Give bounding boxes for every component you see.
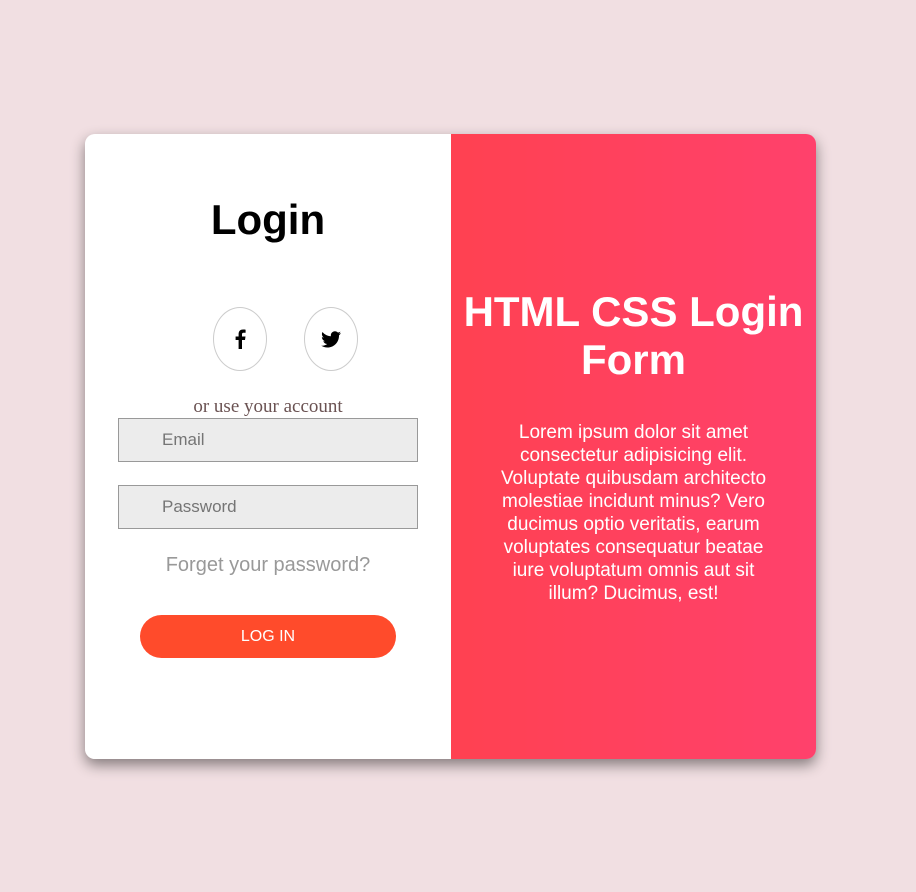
overlay-description: Lorem ipsum dolor sit amet consectetur a… bbox=[500, 422, 767, 604]
overlay-panel: HTML CSS Login Form Lorem ipsum dolor si… bbox=[451, 134, 816, 759]
login-card: Login or use your account Forget your pa… bbox=[85, 134, 816, 759]
login-form-panel: Login or use your account Forget your pa… bbox=[85, 134, 451, 759]
facebook-icon bbox=[234, 329, 246, 349]
login-title: Login bbox=[210, 196, 326, 243]
twitter-button[interactable] bbox=[304, 307, 358, 371]
or-use-account-text: or use your account bbox=[193, 396, 343, 417]
forgot-password-link[interactable]: Forget your password? bbox=[85, 554, 451, 577]
email-field[interactable] bbox=[118, 418, 418, 462]
twitter-icon bbox=[321, 330, 341, 348]
facebook-button[interactable] bbox=[213, 307, 267, 371]
password-field[interactable] bbox=[118, 485, 418, 529]
overlay-title: HTML CSS Login Form bbox=[463, 288, 804, 383]
login-button[interactable]: LOG IN bbox=[140, 615, 396, 658]
